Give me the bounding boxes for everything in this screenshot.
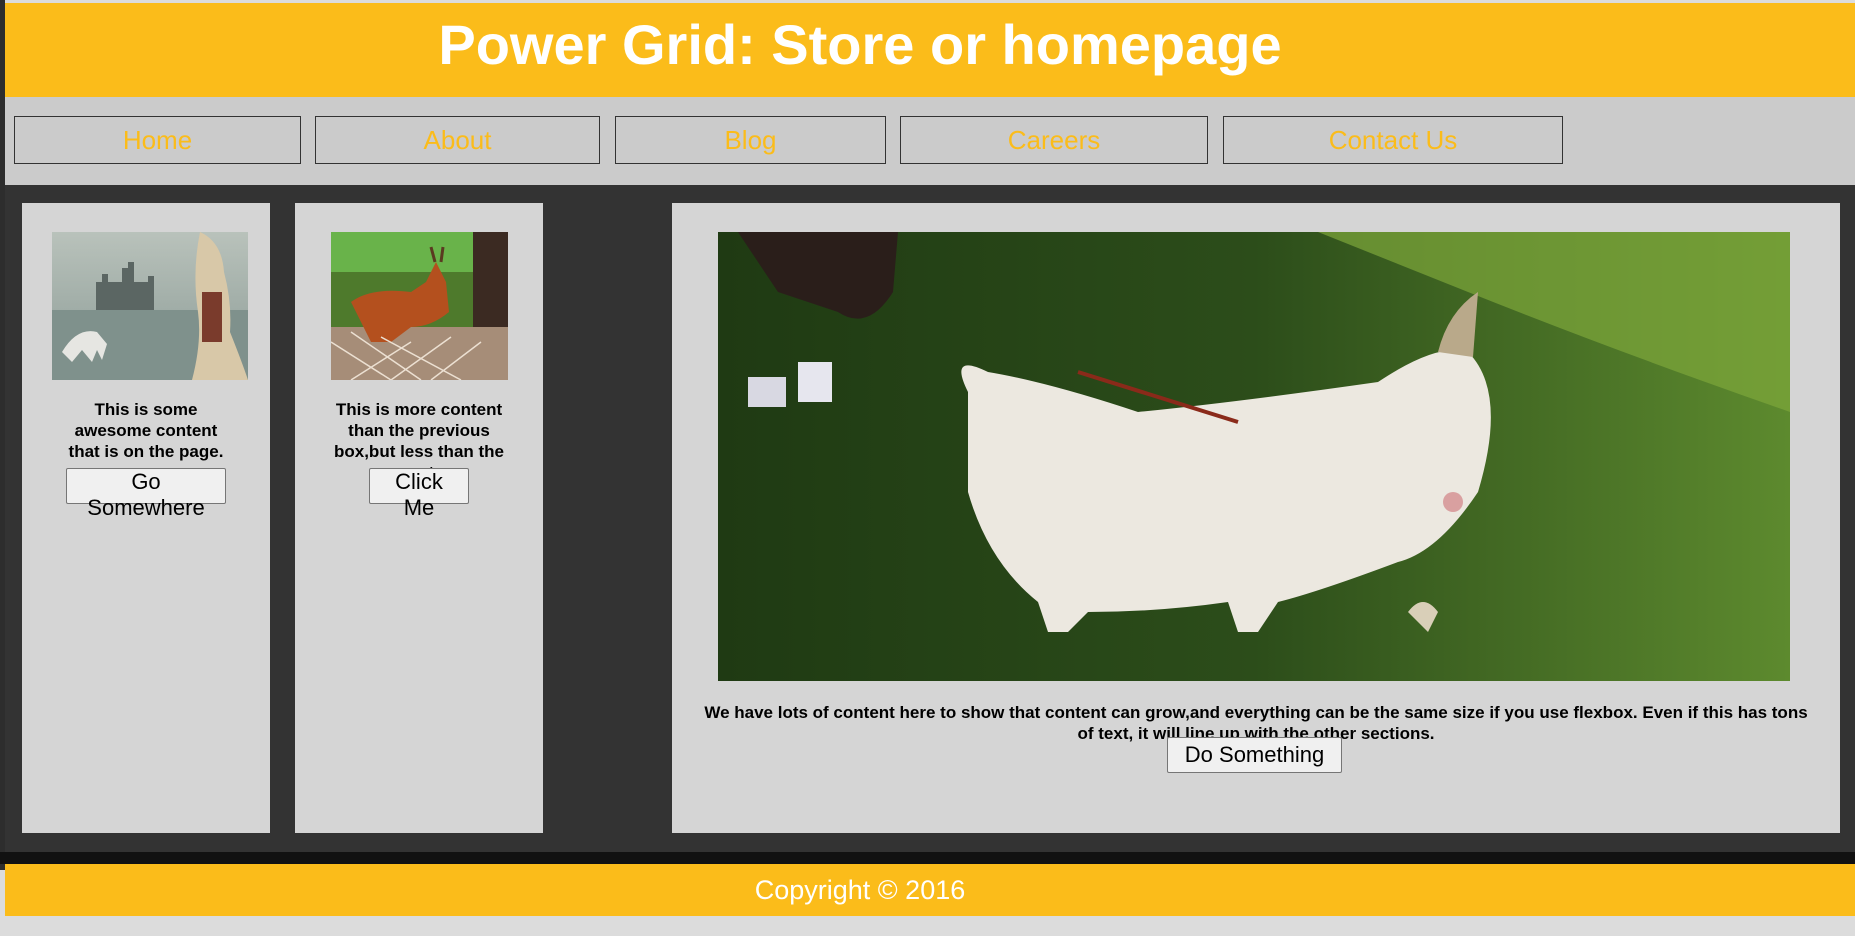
footer: Copyright © 2016 bbox=[5, 864, 1855, 916]
nav-careers-link[interactable]: Careers bbox=[900, 116, 1208, 164]
content-bottom-border bbox=[0, 852, 1855, 864]
deer-image bbox=[331, 232, 508, 380]
do-something-button[interactable]: Do Something bbox=[1167, 737, 1342, 773]
nav-contact-link[interactable]: Contact Us bbox=[1223, 116, 1563, 164]
card-1: This is some awesome content that is on … bbox=[22, 203, 270, 833]
page-title: Power Grid: Store or homepage bbox=[438, 13, 1282, 76]
page-bottom bbox=[0, 916, 1855, 936]
content-area: This is some awesome content that is on … bbox=[5, 185, 1855, 852]
nav-about-link[interactable]: About bbox=[315, 116, 600, 164]
card-3: We have lots of content here to show tha… bbox=[672, 203, 1840, 833]
castle-woman-horse-image bbox=[52, 232, 248, 380]
card-2: This is more content than the previous b… bbox=[295, 203, 543, 833]
click-me-button[interactable]: Click Me bbox=[369, 468, 469, 520]
header: Power Grid: Store or homepage bbox=[5, 3, 1855, 97]
nav-blog-link[interactable]: Blog bbox=[615, 116, 886, 164]
nav-bar: Home About Blog Careers Contact Us bbox=[5, 97, 1855, 185]
page: Power Grid: Store or homepage Home About… bbox=[0, 0, 1855, 936]
nav-home-link[interactable]: Home bbox=[14, 116, 301, 164]
copyright-text: Copyright © 2016 bbox=[754, 874, 966, 905]
go-somewhere-button[interactable]: Go Somewhere bbox=[66, 468, 226, 520]
white-goat-image bbox=[718, 232, 1790, 681]
card-1-text: This is some awesome content that is on … bbox=[68, 400, 224, 461]
